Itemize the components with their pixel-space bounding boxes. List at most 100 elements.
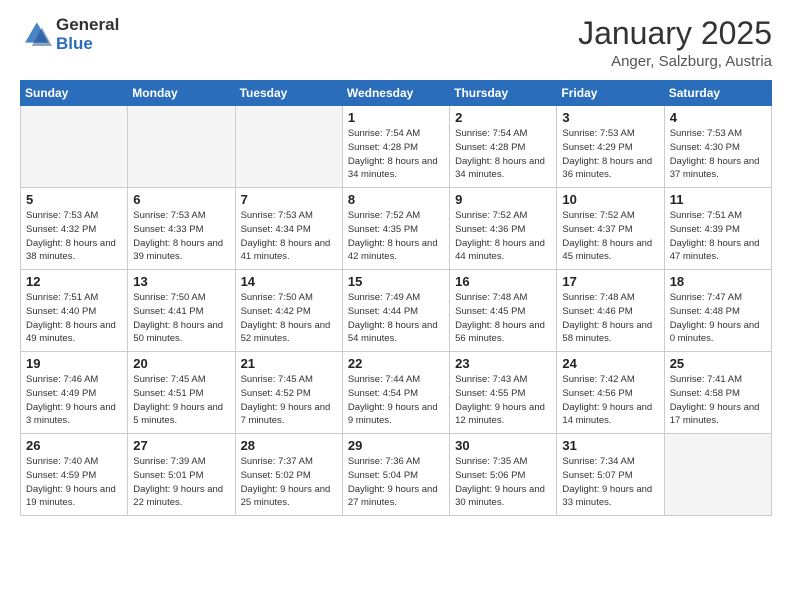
day-number: 17: [562, 274, 658, 289]
day-cell: 15 Sunrise: 7:49 AM Sunset: 4:44 PM Dayli…: [342, 270, 449, 352]
day-info: Sunrise: 7:51 AM Sunset: 4:39 PM Dayligh…: [670, 209, 766, 264]
logo: General Blue: [20, 16, 119, 53]
day-info: Sunrise: 7:45 AM Sunset: 4:52 PM Dayligh…: [241, 373, 337, 428]
day-info: Sunrise: 7:34 AM Sunset: 5:07 PM Dayligh…: [562, 455, 658, 510]
day-cell: 25 Sunrise: 7:41 AM Sunset: 4:58 PM Dayli…: [664, 352, 771, 434]
day-info: Sunrise: 7:53 AM Sunset: 4:34 PM Dayligh…: [241, 209, 337, 264]
header-wednesday: Wednesday: [342, 81, 449, 106]
logo-text: General Blue: [56, 16, 119, 53]
week-row-1: 1 Sunrise: 7:54 AM Sunset: 4:28 PM Daylig…: [21, 106, 772, 188]
day-info: Sunrise: 7:54 AM Sunset: 4:28 PM Dayligh…: [455, 127, 551, 182]
day-info: Sunrise: 7:53 AM Sunset: 4:32 PM Dayligh…: [26, 209, 122, 264]
day-number: 19: [26, 356, 122, 371]
week-row-2: 5Sunrise: 7:53 AM Sunset: 4:32 PM Daylig…: [21, 188, 772, 270]
day-info: Sunrise: 7:35 AM Sunset: 5:06 PM Dayligh…: [455, 455, 551, 510]
day-info: Sunrise: 7:36 AM Sunset: 5:04 PM Dayligh…: [348, 455, 444, 510]
day-info: Sunrise: 7:50 AM Sunset: 4:42 PM Dayligh…: [241, 291, 337, 346]
day-number: 13: [133, 274, 229, 289]
day-number: 6: [133, 192, 229, 207]
day-cell: [664, 434, 771, 516]
day-cell: 10Sunrise: 7:52 AM Sunset: 4:37 PM Dayli…: [557, 188, 664, 270]
day-number: 30: [455, 438, 551, 453]
weekday-header-row: Sunday Monday Tuesday Wednesday Thursday…: [21, 81, 772, 106]
day-number: 2: [455, 110, 551, 125]
day-number: 20: [133, 356, 229, 371]
header-friday: Friday: [557, 81, 664, 106]
month-title: January 2025: [578, 16, 772, 51]
day-number: 23: [455, 356, 551, 371]
day-cell: 2 Sunrise: 7:54 AM Sunset: 4:28 PM Daylig…: [450, 106, 557, 188]
day-cell: 27 Sunrise: 7:39 AM Sunset: 5:01 PM Dayli…: [128, 434, 235, 516]
day-info: Sunrise: 7:53 AM Sunset: 4:29 PM Dayligh…: [562, 127, 658, 182]
day-cell: 5Sunrise: 7:53 AM Sunset: 4:32 PM Daylig…: [21, 188, 128, 270]
day-number: 21: [241, 356, 337, 371]
day-info: Sunrise: 7:42 AM Sunset: 4:56 PM Dayligh…: [562, 373, 658, 428]
day-cell: 23Sunrise: 7:43 AM Sunset: 4:55 PM Dayli…: [450, 352, 557, 434]
day-cell: 17Sunrise: 7:48 AM Sunset: 4:46 PM Dayli…: [557, 270, 664, 352]
day-cell: 4 Sunrise: 7:53 AM Sunset: 4:30 PM Daylig…: [664, 106, 771, 188]
day-number: 31: [562, 438, 658, 453]
day-cell: 18Sunrise: 7:47 AM Sunset: 4:48 PM Dayli…: [664, 270, 771, 352]
day-cell: 3Sunrise: 7:53 AM Sunset: 4:29 PM Daylig…: [557, 106, 664, 188]
day-number: 12: [26, 274, 122, 289]
header-thursday: Thursday: [450, 81, 557, 106]
header-saturday: Saturday: [664, 81, 771, 106]
day-number: 10: [562, 192, 658, 207]
day-cell: [235, 106, 342, 188]
page: General Blue January 2025 Anger, Salzbur…: [0, 0, 792, 612]
calendar: Sunday Monday Tuesday Wednesday Thursday…: [20, 80, 772, 516]
logo-general-text: General: [56, 16, 119, 35]
day-info: Sunrise: 7:49 AM Sunset: 4:44 PM Dayligh…: [348, 291, 444, 346]
day-cell: 6 Sunrise: 7:53 AM Sunset: 4:33 PM Daylig…: [128, 188, 235, 270]
week-row-3: 12 Sunrise: 7:51 AM Sunset: 4:40 PM Dayli…: [21, 270, 772, 352]
day-info: Sunrise: 7:48 AM Sunset: 4:45 PM Dayligh…: [455, 291, 551, 346]
day-number: 1: [348, 110, 444, 125]
day-info: Sunrise: 7:52 AM Sunset: 4:35 PM Dayligh…: [348, 209, 444, 264]
day-info: Sunrise: 7:45 AM Sunset: 4:51 PM Dayligh…: [133, 373, 229, 428]
day-info: Sunrise: 7:50 AM Sunset: 4:41 PM Dayligh…: [133, 291, 229, 346]
day-number: 15: [348, 274, 444, 289]
day-cell: 22 Sunrise: 7:44 AM Sunset: 4:54 PM Dayli…: [342, 352, 449, 434]
day-number: 24: [562, 356, 658, 371]
day-cell: 24 Sunrise: 7:42 AM Sunset: 4:56 PM Dayli…: [557, 352, 664, 434]
day-info: Sunrise: 7:51 AM Sunset: 4:40 PM Dayligh…: [26, 291, 122, 346]
day-info: Sunrise: 7:39 AM Sunset: 5:01 PM Dayligh…: [133, 455, 229, 510]
day-cell: 13 Sunrise: 7:50 AM Sunset: 4:41 PM Dayli…: [128, 270, 235, 352]
day-number: 27: [133, 438, 229, 453]
day-cell: 8 Sunrise: 7:52 AM Sunset: 4:35 PM Daylig…: [342, 188, 449, 270]
day-number: 8: [348, 192, 444, 207]
day-number: 25: [670, 356, 766, 371]
day-number: 16: [455, 274, 551, 289]
day-number: 29: [348, 438, 444, 453]
day-number: 28: [241, 438, 337, 453]
day-info: Sunrise: 7:54 AM Sunset: 4:28 PM Dayligh…: [348, 127, 444, 182]
day-number: 4: [670, 110, 766, 125]
day-info: Sunrise: 7:53 AM Sunset: 4:30 PM Dayligh…: [670, 127, 766, 182]
day-cell: [128, 106, 235, 188]
day-info: Sunrise: 7:41 AM Sunset: 4:58 PM Dayligh…: [670, 373, 766, 428]
header-tuesday: Tuesday: [235, 81, 342, 106]
day-number: 26: [26, 438, 122, 453]
day-cell: [21, 106, 128, 188]
day-cell: 30 Sunrise: 7:35 AM Sunset: 5:06 PM Dayli…: [450, 434, 557, 516]
day-info: Sunrise: 7:44 AM Sunset: 4:54 PM Dayligh…: [348, 373, 444, 428]
day-number: 9: [455, 192, 551, 207]
day-cell: 21 Sunrise: 7:45 AM Sunset: 4:52 PM Dayli…: [235, 352, 342, 434]
day-cell: 20 Sunrise: 7:45 AM Sunset: 4:51 PM Dayli…: [128, 352, 235, 434]
day-cell: 26Sunrise: 7:40 AM Sunset: 4:59 PM Dayli…: [21, 434, 128, 516]
day-info: Sunrise: 7:46 AM Sunset: 4:49 PM Dayligh…: [26, 373, 122, 428]
header-monday: Monday: [128, 81, 235, 106]
title-block: January 2025 Anger, Salzburg, Austria: [578, 16, 772, 70]
logo-icon: [20, 19, 52, 51]
day-number: 18: [670, 274, 766, 289]
day-cell: 12 Sunrise: 7:51 AM Sunset: 4:40 PM Dayli…: [21, 270, 128, 352]
day-cell: 7Sunrise: 7:53 AM Sunset: 4:34 PM Daylig…: [235, 188, 342, 270]
day-number: 14: [241, 274, 337, 289]
header: General Blue January 2025 Anger, Salzbur…: [20, 16, 772, 70]
week-row-4: 19 Sunrise: 7:46 AM Sunset: 4:49 PM Dayli…: [21, 352, 772, 434]
day-cell: 11Sunrise: 7:51 AM Sunset: 4:39 PM Dayli…: [664, 188, 771, 270]
day-cell: 19 Sunrise: 7:46 AM Sunset: 4:49 PM Dayli…: [21, 352, 128, 434]
day-number: 22: [348, 356, 444, 371]
day-cell: 16 Sunrise: 7:48 AM Sunset: 4:45 PM Dayli…: [450, 270, 557, 352]
day-info: Sunrise: 7:53 AM Sunset: 4:33 PM Dayligh…: [133, 209, 229, 264]
